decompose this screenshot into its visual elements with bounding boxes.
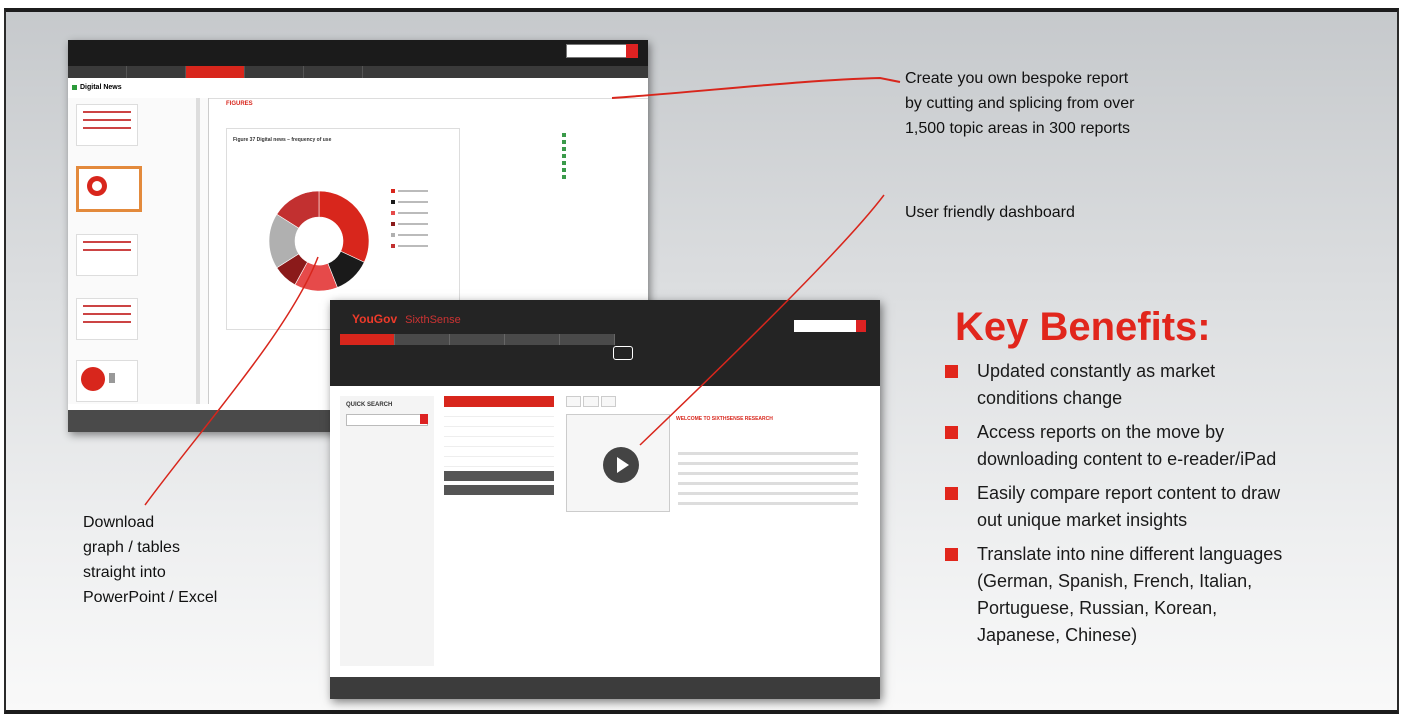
bullet-square-icon [945, 426, 958, 439]
benefit-item: Updated constantly as market conditions c… [945, 358, 1385, 412]
bullet-square-icon [945, 487, 958, 500]
report-callout: Create you own bespoke report by cutting… [905, 66, 1134, 141]
callout-line: graph / tables [83, 539, 180, 556]
callout-line: PowerPoint / Excel [83, 589, 218, 606]
benefit-item: Translate into nine different languages(… [945, 541, 1385, 649]
callout-line: Download [83, 514, 155, 531]
key-benefits-title: Key Benefits: [955, 305, 1211, 349]
key-benefits-list: Updated constantly as market conditions c… [945, 358, 1385, 656]
benefit-item: Easily compare report content to draw out… [945, 480, 1385, 534]
callout-line: Create you own bespoke report [905, 70, 1129, 87]
benefit-item: Access reports on the move by downloading… [945, 419, 1385, 473]
callout-line: by cutting and splicing from over [905, 95, 1135, 112]
bullet-square-icon [945, 365, 958, 378]
callout-line: 1,500 topic areas in 300 reports [905, 120, 1131, 137]
dashboard-callout: User friendly dashboard [905, 204, 1075, 221]
download-callout: Download graph / tables straight into Po… [83, 510, 217, 610]
callout-line: straight into [83, 564, 166, 581]
bullet-square-icon [945, 548, 958, 561]
